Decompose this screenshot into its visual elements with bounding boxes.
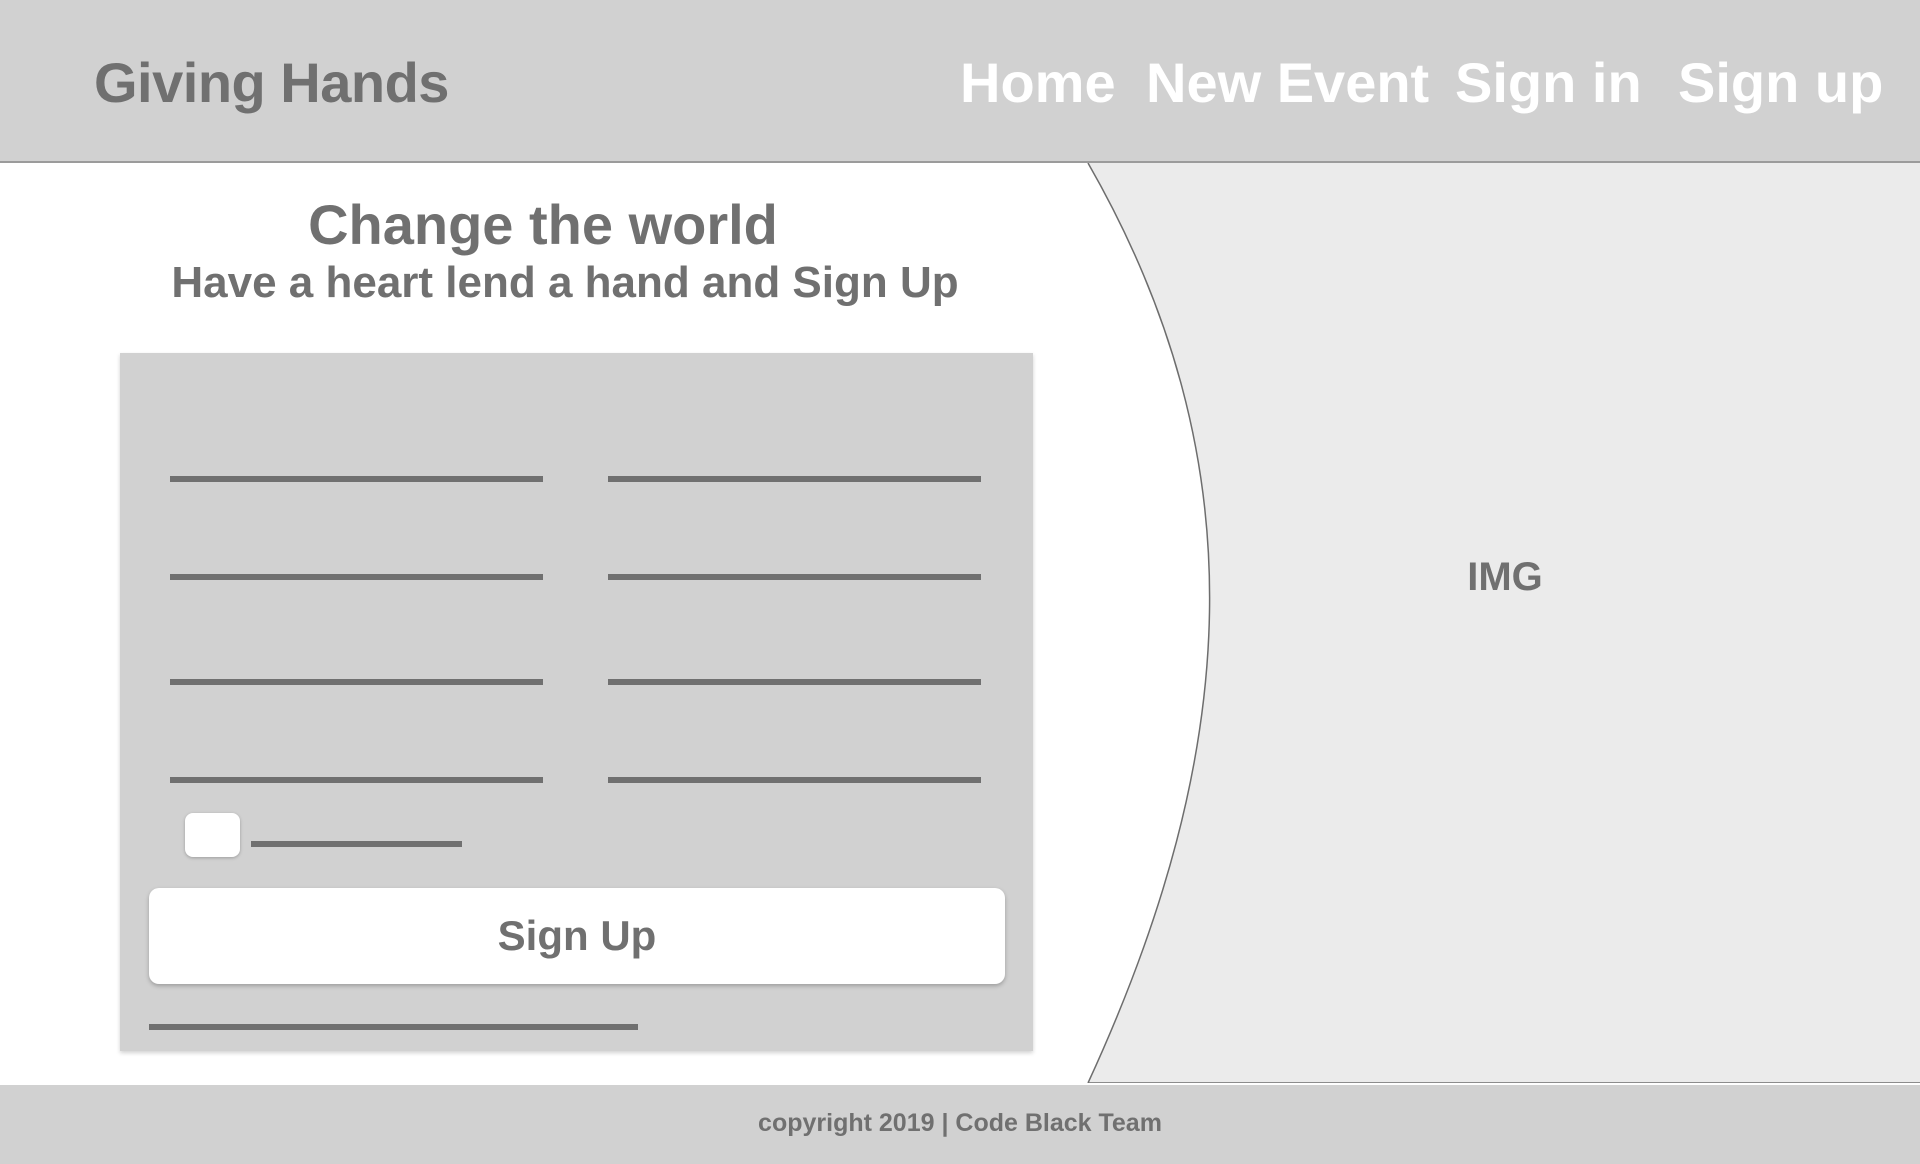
signup-submit-button[interactable]: Sign Up <box>149 888 1005 984</box>
checkbox-label-placeholder <box>251 841 462 847</box>
form-field-row2-left[interactable] <box>170 556 543 580</box>
main-nav: Home New Event Sign in Sign up <box>0 50 1920 120</box>
nav-link-sign-up[interactable]: Sign up <box>1678 50 1883 115</box>
hero-subtitle: Have a heart lend a hand and Sign Up <box>171 258 959 307</box>
site-header: Giving Hands Home New Event Sign in Sign… <box>0 0 1920 163</box>
hero-title: Change the world <box>308 193 778 256</box>
page: IMG Giving Hands Home New Event Sign in … <box>0 0 1920 1164</box>
form-field-row1-right[interactable] <box>608 458 981 482</box>
form-field-row3-right[interactable] <box>608 661 981 685</box>
nav-link-new-event[interactable]: New Event <box>1146 50 1429 115</box>
site-footer: copyright 2019 | Code Black Team <box>0 1085 1920 1164</box>
form-field-row3-left[interactable] <box>170 661 543 685</box>
agree-checkbox[interactable] <box>185 813 240 857</box>
form-bottom-link-placeholder[interactable] <box>149 1024 638 1030</box>
nav-link-home[interactable]: Home <box>960 50 1116 115</box>
nav-link-sign-in[interactable]: Sign in <box>1455 50 1642 115</box>
form-field-row4-right[interactable] <box>608 759 981 783</box>
image-placeholder-label: IMG <box>1467 555 1543 599</box>
signup-form-card: Sign Up <box>120 353 1033 1051</box>
footer-copyright: copyright 2019 | Code Black Team <box>758 1109 1162 1137</box>
form-field-row4-left[interactable] <box>170 759 543 783</box>
form-field-row2-right[interactable] <box>608 556 981 580</box>
form-field-row1-left[interactable] <box>170 458 543 482</box>
